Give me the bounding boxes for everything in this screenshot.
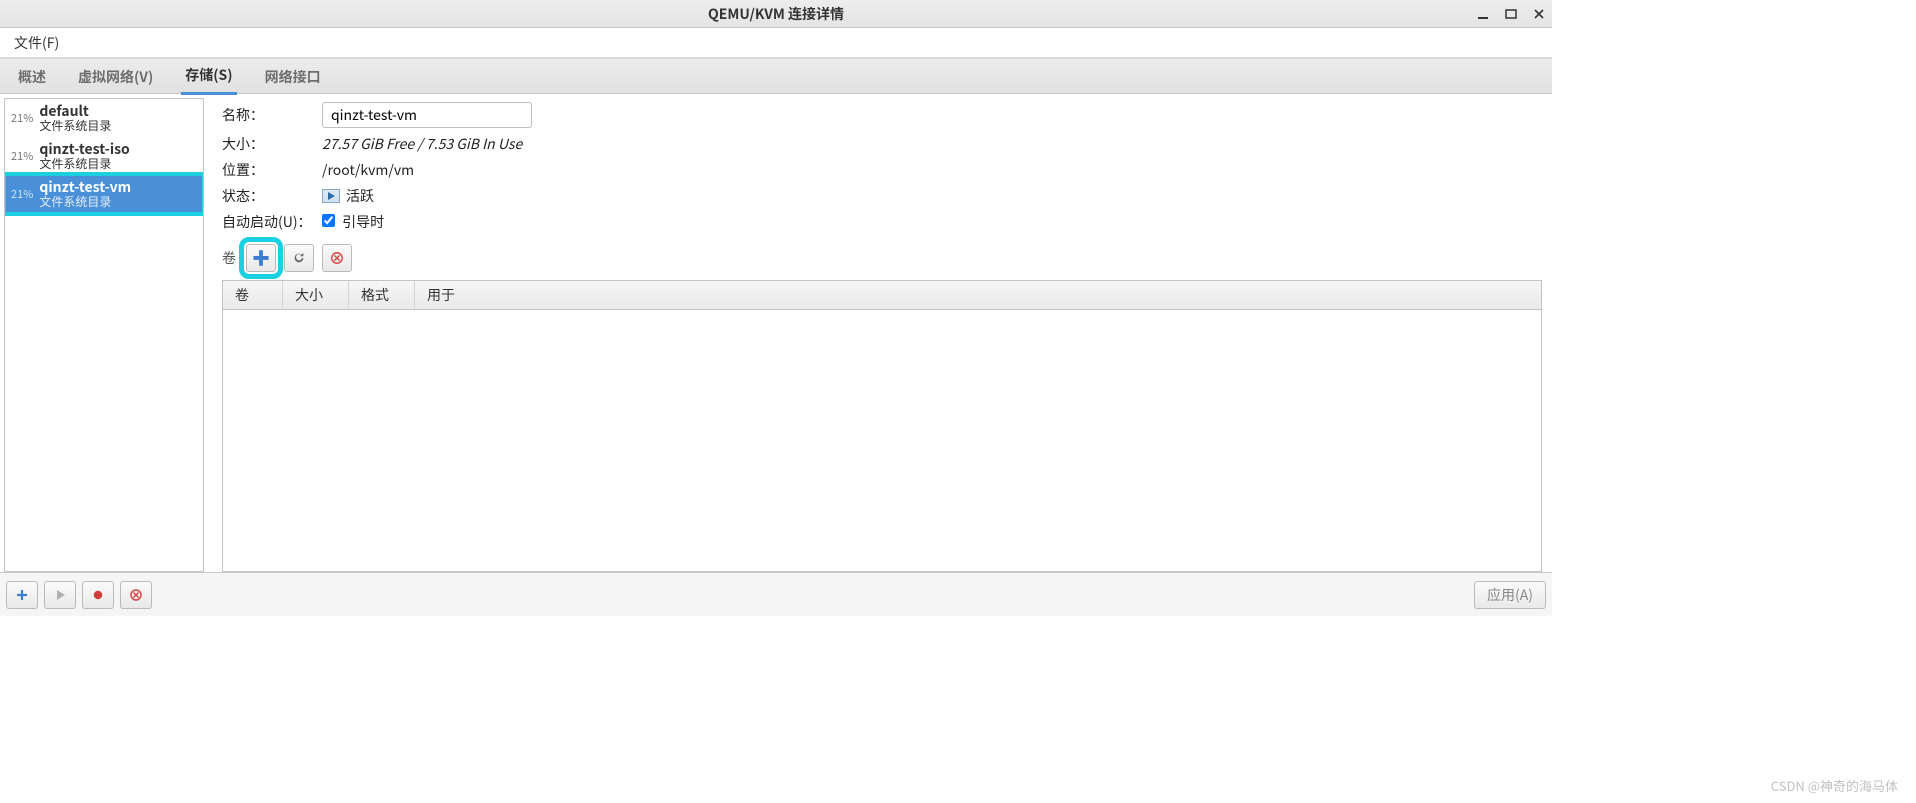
- tab-overview[interactable]: 概述: [14, 59, 50, 94]
- delete-icon: [330, 251, 344, 265]
- window-title: QEMU/KVM 连接详情: [0, 4, 1552, 24]
- pool-usage-pct: 21%: [11, 110, 33, 126]
- volume-table: 卷 大小 格式 用于: [222, 280, 1542, 572]
- pool-name-input[interactable]: [322, 102, 532, 128]
- titlebar: QEMU/KVM 连接详情: [0, 0, 1552, 28]
- stop-pool-button[interactable]: [82, 581, 114, 609]
- add-pool-button[interactable]: [6, 581, 38, 609]
- play-icon: [53, 588, 67, 602]
- pool-item-default[interactable]: 21% default 文件系统目录: [5, 99, 203, 137]
- col-volume[interactable]: 卷: [223, 281, 283, 309]
- menubar: 文件(F): [0, 28, 1552, 58]
- row-size: 大小： 27.57 GiB Free / 7.53 GiB In Use: [222, 134, 1552, 154]
- pool-item-qinzt-test-vm[interactable]: 21% qinzt-test-vm 文件系统目录: [5, 175, 203, 213]
- apply-button[interactable]: 应用(A): [1474, 581, 1546, 609]
- tabbar: 概述 虚拟网络(V) 存储(S) 网络接口: [0, 58, 1552, 94]
- label-size: 大小：: [222, 134, 322, 154]
- pool-type: 文件系统目录: [39, 195, 131, 209]
- record-icon: [91, 588, 105, 602]
- watermark: CSDN @神奇的海马体: [1771, 776, 1898, 795]
- col-size[interactable]: 大小: [283, 281, 349, 309]
- pool-usage-pct: 21%: [11, 186, 33, 202]
- plus-icon: ✚: [252, 245, 270, 271]
- tab-storage[interactable]: 存储(S): [181, 57, 236, 95]
- refresh-volume-button[interactable]: [284, 244, 314, 272]
- delete-pool-button[interactable]: [120, 581, 152, 609]
- pool-detail-panel: 名称： 大小： 27.57 GiB Free / 7.53 GiB In Use…: [204, 94, 1552, 572]
- pool-item-qinzt-test-iso[interactable]: 21% qinzt-test-iso 文件系统目录: [5, 137, 203, 175]
- tab-network-interfaces[interactable]: 网络接口: [261, 59, 325, 94]
- footer-bar: 应用(A): [0, 572, 1552, 616]
- label-autostart: 自动启动(U)：: [222, 212, 322, 232]
- col-format[interactable]: 格式: [349, 281, 415, 309]
- autostart-checkbox[interactable]: [322, 214, 335, 227]
- refresh-icon: [292, 251, 306, 265]
- col-used-by[interactable]: 用于: [415, 281, 1541, 309]
- minimize-button[interactable]: [1476, 7, 1490, 21]
- row-location: 位置： /root/kvm/vm: [222, 160, 1552, 180]
- close-button[interactable]: [1532, 7, 1546, 21]
- volume-table-body: [223, 310, 1541, 571]
- delete-icon: [129, 588, 143, 602]
- storage-pool-list: 21% default 文件系统目录 21% qinzt-test-iso 文件…: [4, 98, 204, 572]
- tab-virtual-networks[interactable]: 虚拟网络(V): [74, 59, 157, 94]
- pool-type: 文件系统目录: [39, 157, 129, 171]
- pool-usage-pct: 21%: [11, 148, 33, 164]
- main-body: 21% default 文件系统目录 21% qinzt-test-iso 文件…: [0, 94, 1552, 572]
- label-status: 状态：: [222, 186, 322, 206]
- plus-icon: [15, 588, 29, 602]
- volume-table-header: 卷 大小 格式 用于: [223, 281, 1541, 310]
- pool-type: 文件系统目录: [39, 119, 111, 133]
- menu-file[interactable]: 文件(F): [8, 29, 65, 57]
- maximize-button[interactable]: [1504, 7, 1518, 21]
- add-volume-button[interactable]: ✚: [246, 244, 276, 272]
- value-autostart: 引导时: [342, 212, 384, 232]
- row-name: 名称：: [222, 102, 1552, 128]
- value-status: 活跃: [346, 186, 374, 206]
- value-location: /root/kvm/vm: [322, 160, 414, 180]
- volume-toolbar: 卷 ✚: [222, 244, 1552, 272]
- row-autostart: 自动启动(U)： 引导时: [222, 212, 1552, 232]
- window-controls: [1476, 0, 1546, 27]
- value-size: 27.57 GiB Free / 7.53 GiB In Use: [322, 134, 522, 154]
- row-status: 状态： 活跃: [222, 186, 1552, 206]
- volume-group-label: 卷: [222, 248, 236, 268]
- label-name: 名称：: [222, 105, 322, 125]
- label-location: 位置：: [222, 160, 322, 180]
- delete-volume-button[interactable]: [322, 244, 352, 272]
- start-pool-button[interactable]: [44, 581, 76, 609]
- play-icon: [322, 189, 340, 203]
